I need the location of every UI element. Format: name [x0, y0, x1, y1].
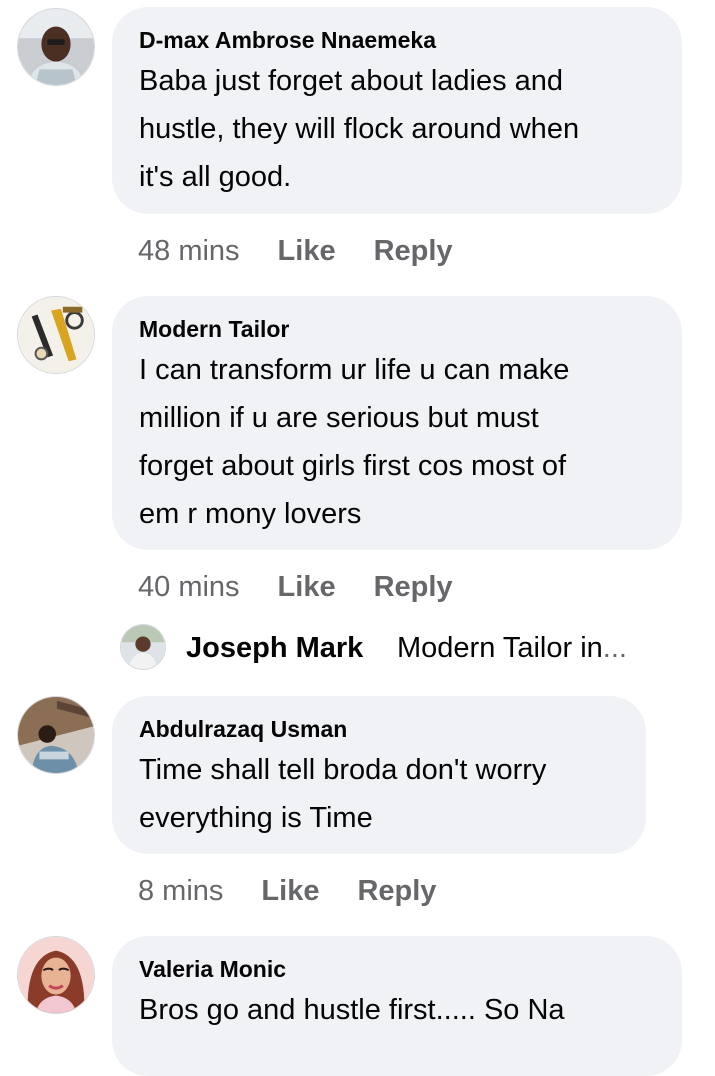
- like-button[interactable]: Like: [278, 235, 336, 267]
- comment-timestamp[interactable]: 8 mins: [138, 875, 223, 907]
- comment-bubble: Valeria Monic Bros go and hustle first..…: [112, 936, 682, 1076]
- comment-bubble: D-max Ambrose Nnaemeka Baba just forget …: [112, 7, 682, 214]
- avatar[interactable]: [17, 296, 95, 374]
- comment-timestamp[interactable]: 48 mins: [138, 235, 240, 267]
- reply-ellipsis: ...: [602, 632, 627, 664]
- comment-text: Baba just forget about ladies and hustle…: [139, 57, 654, 201]
- reply-button[interactable]: Reply: [374, 235, 453, 267]
- comment-text-line: I can transform ur life u can make: [139, 354, 570, 386]
- reply-avatar[interactable]: [120, 624, 166, 670]
- comment-text-line: em r mony lovers: [139, 498, 362, 530]
- comment-text-line: million if u are serious but must: [139, 402, 539, 434]
- comment-text: I can transform ur life u can make milli…: [139, 346, 654, 538]
- comment-actions: 8 mins Like Reply: [138, 873, 436, 909]
- reply-preview[interactable]: Joseph Mark Modern Tailor in...: [120, 622, 680, 672]
- comment-author[interactable]: Abdulrazaq Usman: [139, 714, 618, 744]
- comment-bubble: Abdulrazaq Usman Time shall tell broda d…: [112, 696, 646, 854]
- reply-text-content: Modern Tailor in: [397, 632, 603, 664]
- comment-text-line: everything is Time: [139, 802, 373, 834]
- comment-author[interactable]: Valeria Monic: [139, 954, 654, 984]
- comment-timestamp[interactable]: 40 mins: [138, 571, 240, 603]
- comment-text: Bros go and hustle first..... So Na: [139, 986, 654, 1034]
- comment-author[interactable]: D-max Ambrose Nnaemeka: [139, 25, 654, 55]
- avatar[interactable]: [17, 8, 95, 86]
- comment-actions: 48 mins Like Reply: [138, 233, 453, 269]
- comment-text-line: hustle, they will flock around when: [139, 113, 580, 145]
- like-button[interactable]: Like: [278, 571, 336, 603]
- reply-text: Modern Tailor in...: [397, 630, 627, 666]
- comment-text: Time shall tell broda don't worry everyt…: [139, 746, 618, 842]
- comment-text-line: Baba just forget about ladies and: [139, 65, 564, 97]
- comment-author[interactable]: Modern Tailor: [139, 314, 654, 344]
- comment-text-line: Bros go and hustle first..... So Na: [139, 994, 565, 1026]
- comment-actions: 40 mins Like Reply: [138, 569, 453, 605]
- comment-text-line: Time shall tell broda don't worry: [139, 754, 547, 786]
- reply-author[interactable]: Joseph Mark: [186, 630, 363, 666]
- avatar[interactable]: [17, 936, 95, 1014]
- comment-text-line: forget about girls first cos most of: [139, 450, 567, 482]
- comment-bubble: Modern Tailor I can transform ur life u …: [112, 296, 682, 550]
- reply-button[interactable]: Reply: [357, 875, 436, 907]
- comment-text-line: it's all good.: [139, 161, 292, 193]
- like-button[interactable]: Like: [261, 875, 319, 907]
- avatar[interactable]: [17, 696, 95, 774]
- reply-button[interactable]: Reply: [374, 571, 453, 603]
